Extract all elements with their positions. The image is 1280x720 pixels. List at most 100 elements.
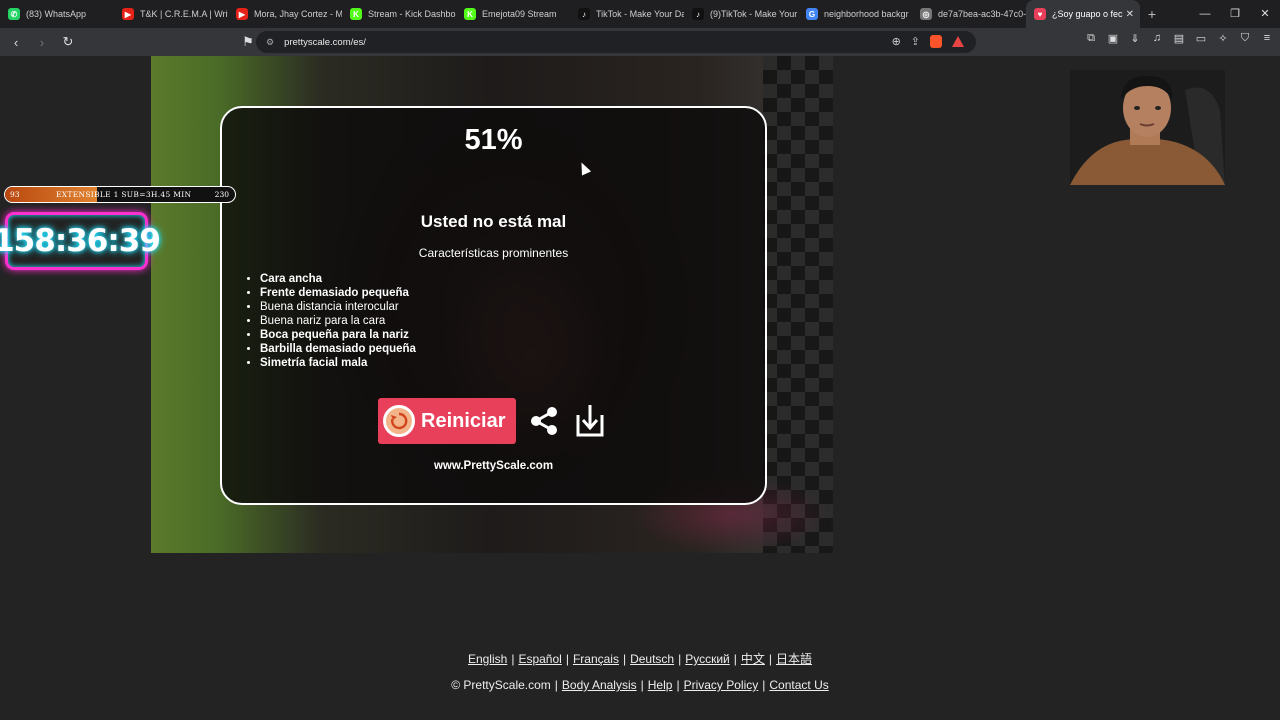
tab-favicon-icon: ◎ xyxy=(920,8,932,20)
tab-label: (83) WhatsApp xyxy=(26,9,87,19)
tab-label: Stream - Kick Dashboa xyxy=(368,9,456,19)
browser-tab[interactable]: Gneighborhood backgr xyxy=(798,0,912,28)
download-icon[interactable]: ⇓ xyxy=(1128,32,1142,46)
separator: | xyxy=(640,678,644,692)
separator: | xyxy=(762,678,766,692)
feature-item: Cara ancha xyxy=(260,272,416,286)
tab-label: Mora, Jhay Cortez - M xyxy=(254,9,342,19)
separator: | xyxy=(678,652,682,666)
tab-label: Emejota09 Stream xyxy=(482,9,557,19)
brave-rewards-icon[interactable] xyxy=(952,36,964,47)
separator: | xyxy=(565,652,569,666)
tab-favicon-icon: ♥ xyxy=(1034,8,1046,20)
browser-tab[interactable]: K Emejota09 Stream xyxy=(456,0,570,28)
window-controls: — ❐ ✕ xyxy=(1190,0,1280,28)
features-list: Cara anchaFrente demasiado pequeñaBuena … xyxy=(260,272,416,370)
download-result-icon[interactable] xyxy=(572,403,608,439)
feature-item: Buena nariz para la cara xyxy=(260,314,416,328)
browser-tab[interactable]: K Stream - Kick Dashboa xyxy=(342,0,456,28)
share-icon[interactable] xyxy=(526,403,562,439)
menu-icon[interactable]: ≡ xyxy=(1260,32,1274,46)
subathon-timer: 158:36:39 xyxy=(0,212,161,270)
new-tab-icon[interactable]: + xyxy=(1140,6,1164,22)
copyright-text: © PrettyScale.com xyxy=(451,678,551,692)
footer-link[interactable]: Body Analysis xyxy=(562,678,637,692)
webcam-feed xyxy=(1070,70,1225,185)
feature-item: Barbilla demasiado pequeña xyxy=(260,342,416,356)
close-window-icon[interactable]: ✕ xyxy=(1250,0,1280,28)
browser-tab[interactable]: ◎ de7a7bea-ac3b-47c0- xyxy=(912,0,1026,28)
language-link[interactable]: Русский xyxy=(685,652,730,666)
tab-favicon-icon: ♪ xyxy=(578,8,590,20)
feature-item: Frente demasiado pequeña xyxy=(260,286,416,300)
minimize-icon[interactable]: — xyxy=(1190,0,1220,28)
extensions-icon[interactable]: ⧉ xyxy=(1084,32,1098,46)
browser-toolbar: ‹ › ↻ ⚑ ⚙ prettyscale.com/es/ ⊕ ⇪ ⧉ ▣ ⇓ … xyxy=(0,28,1280,56)
brave-shields-icon[interactable] xyxy=(930,35,942,48)
reload-icon[interactable]: ↻ xyxy=(58,32,78,52)
screenshot-icon[interactable]: ▣ xyxy=(1106,32,1120,46)
separator: | xyxy=(676,678,680,692)
sidebar-icon[interactable]: ▤ xyxy=(1172,32,1186,46)
bookmark-icon[interactable]: ⚑ xyxy=(238,32,258,52)
site-info-icon[interactable]: ⚙ xyxy=(266,37,274,48)
verdict-text: Usted no está mal xyxy=(420,212,567,231)
browser-tab[interactable]: ▶ T&K | C.R.E.M.A | Writ xyxy=(114,0,228,28)
language-links: English | Español | Français | Deutsch | Русский… xyxy=(0,650,1280,667)
language-link[interactable]: Deutsch xyxy=(630,652,674,666)
tab-close-icon[interactable]: ✕ xyxy=(1126,9,1134,20)
leo-icon[interactable]: ✧ xyxy=(1216,32,1230,46)
browser-tab[interactable]: ▶ Mora, Jhay Cortez - M xyxy=(228,0,342,28)
feature-item: Buena distancia interocular xyxy=(260,300,416,314)
separator: | xyxy=(511,652,515,666)
browser-tab[interactable]: ♪ TikTok - Make Your Da xyxy=(570,0,684,28)
result-card: 51% Usted no está mal Características pr… xyxy=(220,106,767,505)
restart-icon xyxy=(383,405,415,437)
language-link[interactable]: Español xyxy=(518,652,561,666)
vpn-icon[interactable]: ⛉ xyxy=(1238,32,1252,46)
feature-item: Simetría facial mala xyxy=(260,356,416,370)
restart-button[interactable]: Reiniciar xyxy=(378,398,516,444)
address-bar[interactable]: ⚙ prettyscale.com/es/ ⊕ ⇪ xyxy=(256,31,976,53)
tab-favicon-icon: ▶ xyxy=(236,8,248,20)
back-icon[interactable]: ‹ xyxy=(6,32,26,52)
sub-goal-text: EXTENSIBLE 1 SUB=3H.45 MIN xyxy=(56,190,192,199)
tab-label: TikTok - Make Your Da xyxy=(596,9,684,19)
language-link[interactable]: Français xyxy=(573,652,619,666)
browser-tab[interactable]: ♪ (9)TikTok - Make Your xyxy=(684,0,798,28)
browser-tab[interactable]: ✆ (83) WhatsApp xyxy=(0,0,114,28)
url-text: prettyscale.com/es/ xyxy=(284,36,366,48)
tab-label: (9)TikTok - Make Your xyxy=(710,9,798,19)
restore-icon[interactable]: ❐ xyxy=(1220,0,1250,28)
language-link[interactable]: 日本語 xyxy=(776,652,812,666)
features-title: Características prominentes xyxy=(418,246,569,260)
tab-favicon-icon: ♪ xyxy=(692,8,704,20)
tab-favicon-icon: G xyxy=(806,8,818,20)
wallet-icon[interactable]: ▭ xyxy=(1194,32,1208,46)
share-page-icon[interactable]: ⇪ xyxy=(911,35,920,48)
tab-favicon-icon: ✆ xyxy=(8,8,20,20)
score-percent: 51% xyxy=(464,124,523,156)
media-icon[interactable]: ♫ xyxy=(1150,32,1164,46)
restart-label: Reiniciar xyxy=(421,409,506,432)
tab-favicon-icon: K xyxy=(350,8,362,20)
separator: | xyxy=(554,678,558,692)
tab-label: T&K | C.R.E.M.A | Writ xyxy=(140,9,228,19)
feature-item: Boca pequeña para la nariz xyxy=(260,328,416,342)
sub-goal-target: 230 xyxy=(214,190,229,199)
sub-count: 93 xyxy=(10,190,20,199)
zoom-icon[interactable]: ⊕ xyxy=(892,35,901,48)
footer-links: © PrettyScale.com | Body Analysis | Help | Pri… xyxy=(0,678,1280,692)
tab-label: neighborhood backgr xyxy=(824,9,909,19)
language-link[interactable]: 中文 xyxy=(741,652,765,666)
forward-icon[interactable]: › xyxy=(32,32,52,52)
language-link[interactable]: English xyxy=(468,652,507,666)
result-actions: Reiniciar xyxy=(378,398,608,444)
footer-link[interactable]: Contact Us xyxy=(769,678,828,692)
browser-tab[interactable]: ♥ ¿Soy guapo o fec ✕ xyxy=(1026,0,1140,28)
sub-goal-bar: 93 EXTENSIBLE 1 SUB=3H.45 MIN 230 xyxy=(4,186,236,203)
footer-link[interactable]: Help xyxy=(648,678,673,692)
tab-label: ¿Soy guapo o fec xyxy=(1052,9,1123,19)
footer-link[interactable]: Privacy Policy xyxy=(684,678,759,692)
tab-strip: ✆ (83) WhatsApp ▶ T&K | C.R.E.M.A | Writ ▶ Mo… xyxy=(0,0,1280,28)
